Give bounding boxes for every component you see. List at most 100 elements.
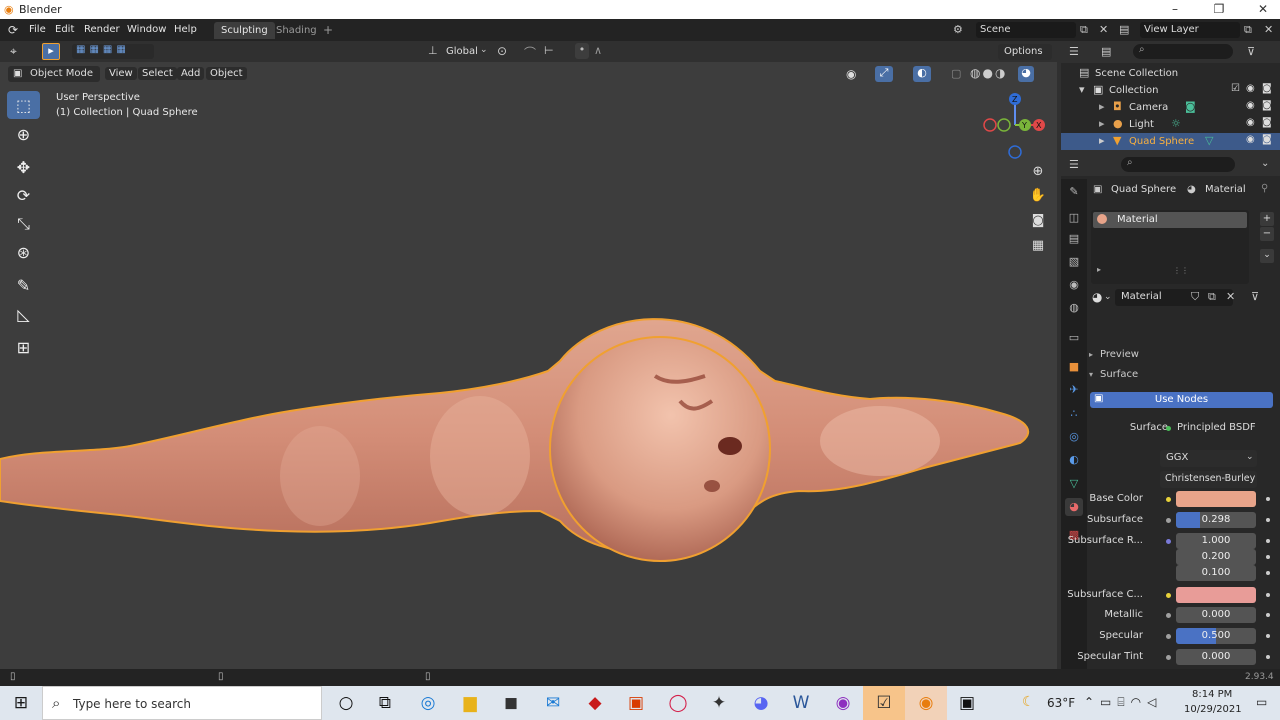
keyframe-dot-icon[interactable] (1266, 634, 1270, 638)
scene-name-field[interactable]: Scene (976, 22, 1076, 38)
keyframe-dot-icon[interactable] (1266, 497, 1270, 501)
outliner-row-collection[interactable]: ▾ ▣ Collection ☑ ◉ ◙ (1061, 82, 1280, 99)
keyframe-dot-icon[interactable] (1266, 518, 1270, 522)
color-swatch-field[interactable] (1176, 587, 1256, 603)
filter-icon[interactable]: ⊽ (1251, 290, 1259, 303)
resize-handle-icon[interactable]: ⋮⋮ (1173, 266, 1189, 275)
store-button[interactable]: ◼ (490, 686, 532, 720)
disclosure-triangle-icon[interactable]: ▸ (1099, 100, 1105, 113)
podcast-button[interactable]: ◉ (822, 686, 864, 720)
subsurface-method-dropdown[interactable]: Christensen-Burley (1160, 471, 1257, 488)
numeric-field[interactable]: 0.200 (1176, 549, 1256, 565)
view-layer-icon[interactable]: ▤ (1119, 23, 1129, 36)
new-scene-icon[interactable]: ⧉ (1080, 23, 1088, 37)
office-button[interactable]: ▣ (615, 686, 657, 720)
material-slot-list[interactable]: Material ▸ ⋮⋮ (1091, 210, 1249, 284)
quad-sphere-mesh[interactable] (0, 41, 1057, 669)
preview-panel-header[interactable]: Preview (1100, 349, 1139, 360)
eye-icon[interactable]: ◉ (1246, 100, 1255, 111)
chevron-down-icon[interactable]: ⌄ (1261, 158, 1269, 169)
filter-icon[interactable]: ⊽ (1247, 45, 1255, 58)
remove-scene-icon[interactable]: ✕ (1099, 23, 1108, 36)
add-workspace-button[interactable]: + (316, 20, 340, 37)
tab-sculpting[interactable]: Sculpting (214, 22, 275, 39)
numeric-field[interactable]: 0.100 (1176, 565, 1256, 581)
tab-particles[interactable]: ∴ (1065, 405, 1083, 423)
menu-help[interactable]: Help (174, 24, 197, 35)
menu-edit[interactable]: Edit (55, 24, 74, 35)
tab-object[interactable]: ■ (1065, 358, 1083, 376)
tab-scene[interactable]: ◉ (1065, 276, 1083, 294)
unlink-icon[interactable]: ✕ (1226, 290, 1235, 303)
opera-button[interactable]: ◯ (657, 686, 699, 720)
discord-button[interactable]: ◕ (740, 686, 782, 720)
file-explorer-button[interactable]: ▆ (449, 686, 491, 720)
terminal-button[interactable]: ▣ (946, 686, 988, 720)
sticky-app-button[interactable]: ☑ (863, 686, 905, 720)
camera-render-icon[interactable]: ◙ (1262, 117, 1272, 128)
tab-modifiers[interactable]: ✈ (1065, 381, 1083, 399)
numeric-field[interactable]: 0.500 (1176, 628, 1256, 644)
add-slot-button[interactable]: + (1260, 212, 1274, 226)
keyframe-dot-icon[interactable] (1266, 613, 1270, 617)
tab-world[interactable]: ◍ (1065, 299, 1083, 317)
outliner-row-camera[interactable]: ▸ ◘ Camera ◙ ◉ ◙ (1061, 99, 1280, 116)
disclosure-triangle-icon[interactable]: ▸ (1099, 117, 1105, 130)
properties-editor-icon[interactable]: ☰ (1069, 158, 1079, 171)
new-view-layer-icon[interactable]: ⧉ (1244, 23, 1252, 37)
notification-icon[interactable]: ▭ (1256, 695, 1267, 709)
disclosure-triangle-icon[interactable]: ▾ (1079, 83, 1085, 96)
eye-icon[interactable]: ◉ (1246, 134, 1255, 145)
menu-window[interactable]: Window (127, 24, 166, 35)
cortana-button[interactable]: ○ (325, 686, 367, 720)
tab-collection[interactable]: ▭ (1065, 329, 1083, 347)
blender-taskbar-button[interactable]: ◉ (905, 686, 947, 720)
disclosure-triangle-icon[interactable]: ▾ (1089, 370, 1093, 379)
keyframe-dot-icon[interactable] (1266, 593, 1270, 597)
maximize-button[interactable]: ❐ (1206, 2, 1232, 16)
use-nodes-button[interactable]: ▣ Use Nodes (1090, 392, 1273, 408)
numeric-field[interactable]: 1.000 (1176, 533, 1256, 549)
eye-icon[interactable]: ◉ (1246, 83, 1255, 94)
tab-data[interactable]: ▽ (1065, 475, 1083, 493)
view-layer-field[interactable]: View Layer (1140, 22, 1240, 38)
numeric-field[interactable]: 0.000 (1176, 607, 1256, 623)
keyframe-dot-icon[interactable] (1266, 655, 1270, 659)
tab-render[interactable]: ◫ (1065, 209, 1083, 227)
material-slot-row[interactable]: Material (1093, 212, 1247, 228)
distribution-dropdown[interactable]: GGX ⌄ (1160, 450, 1257, 467)
taskbar-search-box[interactable]: ⌕ Type here to search (42, 686, 322, 720)
camera-render-icon[interactable]: ◙ (1262, 134, 1272, 145)
outliner-row-scene-collection[interactable]: ▤ Scene Collection (1061, 65, 1280, 82)
slot-specials-button[interactable]: ⌄ (1260, 249, 1274, 263)
outliner-editor-icon[interactable]: ☰ (1069, 45, 1079, 58)
outliner-search-input[interactable]: ⌕ (1133, 44, 1233, 59)
word-button[interactable]: W (780, 686, 822, 720)
camera-render-icon[interactable]: ◙ (1262, 83, 1272, 94)
minimize-button[interactable]: – (1162, 2, 1188, 16)
menu-file[interactable]: File (29, 24, 46, 35)
taskbar-time[interactable]: 8:14 PM (1192, 689, 1232, 700)
start-button[interactable]: ⊞ (0, 686, 42, 720)
close-button[interactable]: ✕ (1250, 2, 1276, 16)
camera-render-icon[interactable]: ◙ (1262, 100, 1272, 111)
duplicate-icon[interactable]: ⧉ (1208, 290, 1216, 304)
fake-user-icon[interactable]: ⛉ (1191, 290, 1199, 304)
tab-view-layer[interactable]: ▧ (1065, 253, 1083, 271)
checkbox-icon[interactable]: ☑ (1231, 83, 1240, 94)
tab-output[interactable]: ▤ (1065, 230, 1083, 248)
taskbar-date[interactable]: 10/29/2021 (1184, 704, 1242, 715)
system-tray-icons[interactable]: ⌃▭⌸◠◁ (1084, 695, 1162, 710)
eye-icon[interactable]: ◉ (1246, 117, 1255, 128)
properties-search-input[interactable]: ⌕ (1121, 157, 1235, 172)
keyframe-dot-icon[interactable] (1266, 539, 1270, 543)
disclosure-triangle-icon[interactable]: ▸ (1097, 265, 1101, 274)
unity-button[interactable]: ✦ (698, 686, 740, 720)
pin-icon[interactable]: ⚲ (1261, 183, 1268, 194)
tab-physics[interactable]: ◎ (1065, 428, 1083, 446)
material-browse-icon[interactable]: ◕ (1092, 290, 1102, 304)
keyframe-dot-icon[interactable] (1266, 571, 1270, 575)
3d-viewport[interactable]: ⌖ ▸ ▦▦▦▦ ⊥ Global ⌄ ⊙ ⌒ ⊢ • ∧ Options Ob… (0, 41, 1057, 669)
tab-tool[interactable]: ✎ (1065, 183, 1083, 201)
menu-render[interactable]: Render (84, 24, 120, 35)
